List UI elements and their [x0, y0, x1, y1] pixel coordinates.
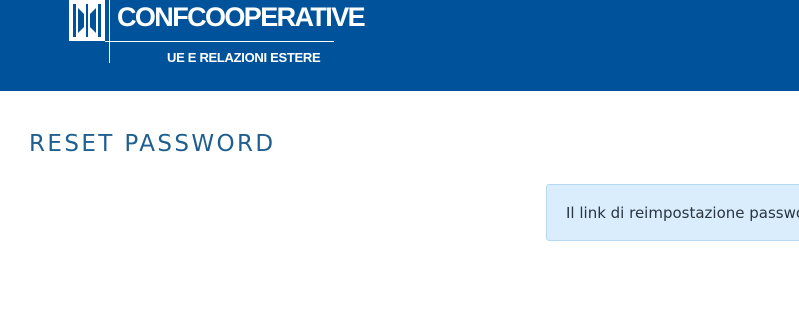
logo-subtitle-text: UE E RELAZIONI ESTERE: [167, 50, 321, 65]
info-alert: Il link di reimpostazione password: [546, 184, 799, 241]
logo-brand-text: CONFCOOPERATIVE: [117, 2, 366, 32]
confcooperative-logo[interactable]: CONFCOOPERATIVE UE E RELAZIONI ESTERE: [69, 0, 366, 66]
alert-message: Il link di reimpostazione password: [566, 204, 799, 222]
logo-divider-vertical: [109, 0, 110, 63]
page-title: RESET PASSWORD: [29, 131, 276, 157]
site-header: CONFCOOPERATIVE UE E RELAZIONI ESTERE: [0, 0, 799, 91]
confcooperative-logo-icon: [69, 0, 105, 41]
logo-divider-horizontal: [105, 41, 334, 42]
